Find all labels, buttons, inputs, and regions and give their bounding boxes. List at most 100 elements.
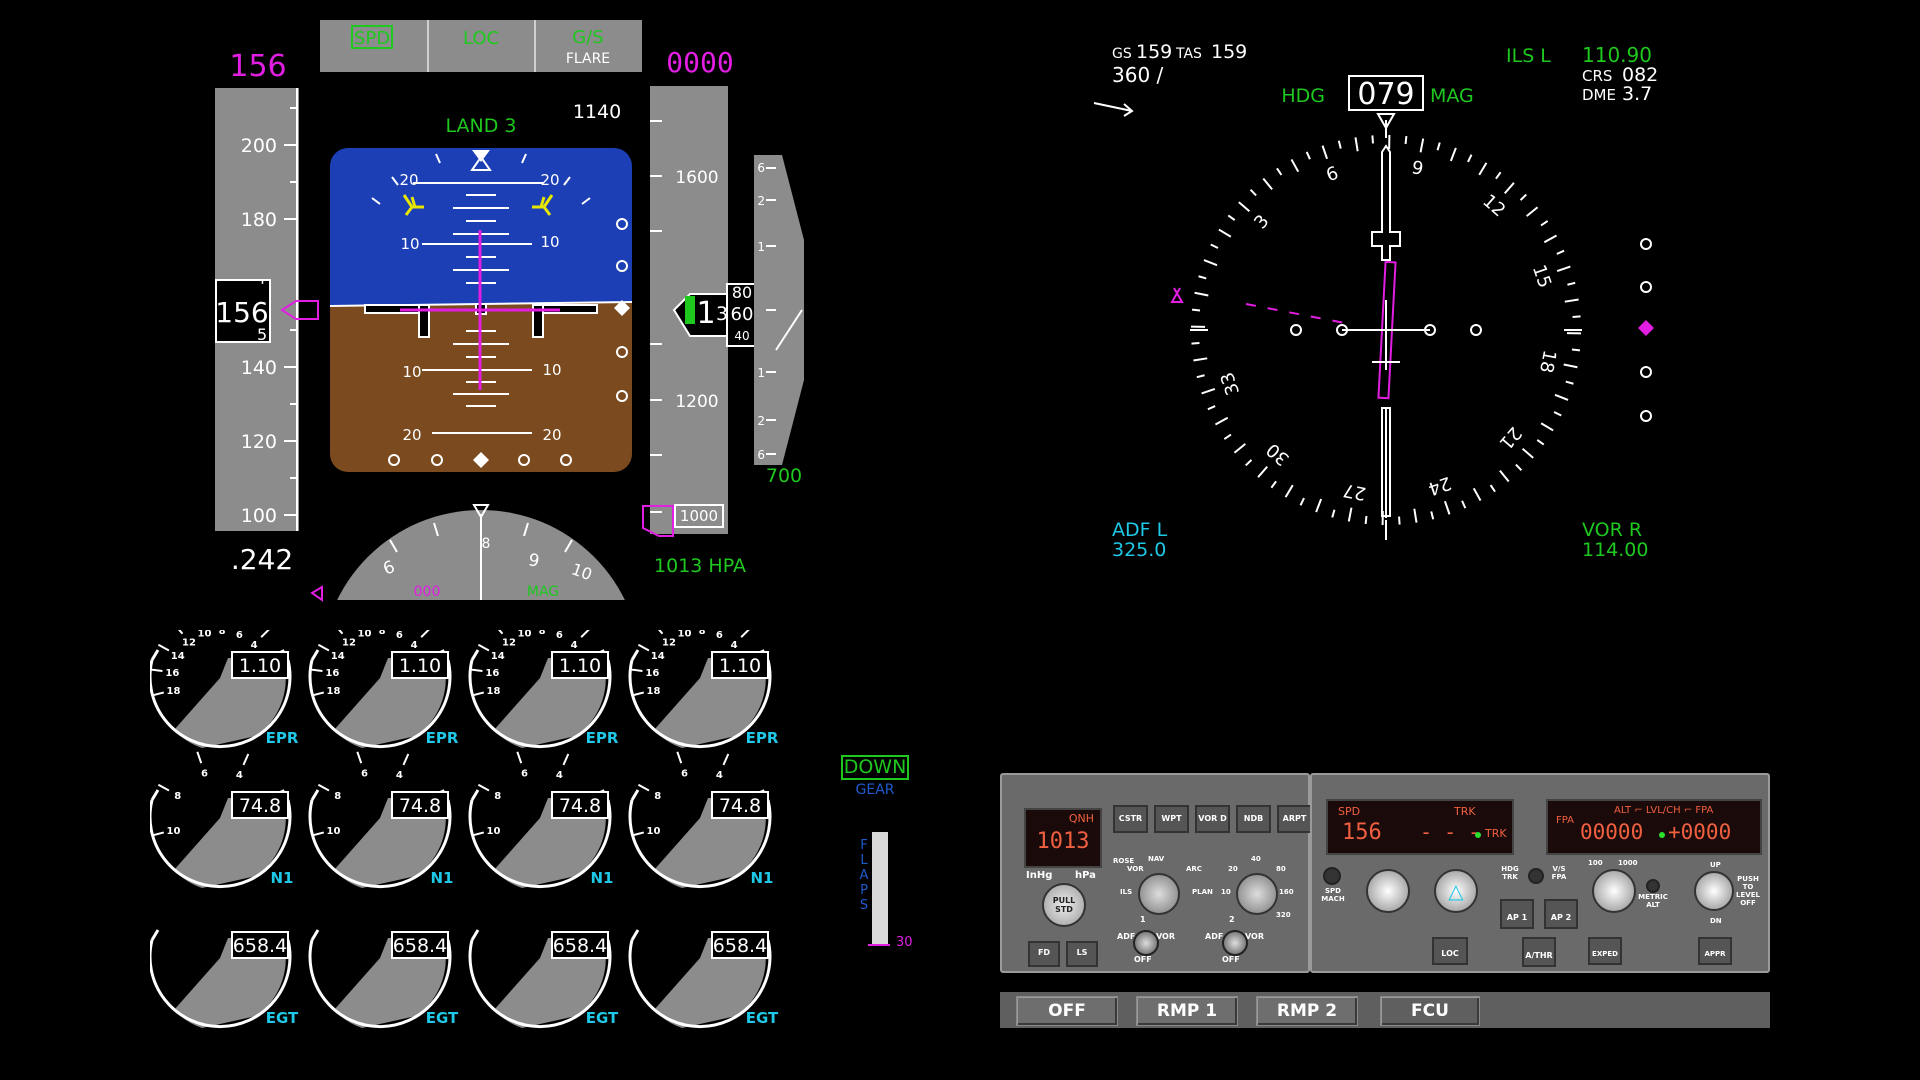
epr-label: EPR (746, 729, 779, 747)
rmp1-button[interactable]: RMP 1 (1136, 996, 1238, 1026)
loc-button[interactable]: LOC (1432, 937, 1468, 965)
off-button[interactable]: OFF (1016, 996, 1118, 1026)
heading-select: 000 (414, 584, 441, 600)
vs-tick-label: 1 (757, 240, 765, 254)
nd-range-knob[interactable] (1236, 873, 1278, 915)
flaps-label: FLAPS (859, 838, 869, 913)
gauge-tick-label: 16 (485, 668, 499, 679)
adf-vor-1-switch[interactable] (1133, 930, 1159, 956)
gauge-tick-label: 14 (171, 651, 185, 662)
gauge-tick (317, 643, 330, 652)
heading-knob[interactable]: △ (1434, 869, 1478, 913)
compass-tick (1543, 234, 1558, 244)
gauge-tick-label: 10 (677, 630, 691, 640)
compass-tick (1413, 508, 1418, 523)
arpt-button[interactable]: ARPT (1277, 805, 1312, 833)
speed-digit-above: ' (260, 276, 265, 297)
speed-digit-below: 5 (257, 325, 267, 344)
spd-mach-button[interactable] (1323, 867, 1341, 885)
compass-tick (1331, 509, 1336, 518)
heading-mag: MAG (527, 584, 559, 600)
speed-knob[interactable] (1366, 869, 1410, 913)
epr-value: 1.10 (399, 655, 441, 677)
glideslope-diamond (1638, 320, 1654, 336)
mode-label-rose: ROSE (1113, 857, 1135, 865)
pitch-label: 20 (540, 171, 559, 189)
range-label: 20 (1228, 865, 1238, 873)
baro-setting: 1013 HPA (654, 555, 746, 577)
speed-tick-label: 200 (241, 135, 277, 157)
primary-flight-display: SPD LOC G/S FLARE 156 200 180 140 120 10… (215, 20, 804, 602)
nd-mode-knob[interactable] (1138, 873, 1180, 915)
compass-tick (1521, 447, 1534, 459)
cstr-button[interactable]: CSTR (1113, 805, 1148, 833)
rmp2-button[interactable]: RMP 2 (1256, 996, 1358, 1026)
gauge-tick-label: 18 (487, 686, 501, 697)
gauge-tick-label: 6 (201, 769, 208, 780)
adf-vor-2-switch[interactable] (1222, 930, 1248, 956)
flaps-indicator (872, 832, 888, 944)
vs-dn-label: DN (1710, 917, 1722, 925)
vs-tick-label: 6 (757, 448, 765, 462)
altitude-drum-value: 80 (732, 283, 752, 302)
appr-button[interactable]: APPR (1698, 937, 1732, 965)
mag-label: MAG (1430, 85, 1474, 107)
egt-gauge: 658.4 EGT (308, 929, 459, 1029)
compass-tick (1270, 480, 1277, 489)
compass-tick (1503, 182, 1515, 195)
ap1-button[interactable]: AP 1 (1500, 899, 1534, 929)
gauge-tick-label: 14 (331, 651, 345, 662)
gauge-tick-label: 10 (647, 826, 661, 837)
gauge-tick (631, 831, 645, 837)
fd-button[interactable]: FD (1028, 941, 1060, 967)
aircraft-symbol (1342, 300, 1430, 370)
compass-tick (1567, 281, 1576, 286)
vs-knob[interactable] (1694, 871, 1734, 911)
epr-gauge: 181614121086421.10EPR (468, 630, 619, 749)
gauge-tick-label: 8 (219, 630, 226, 637)
gs-value: 159 (1136, 41, 1172, 63)
exped-button[interactable]: EXPED (1588, 937, 1622, 965)
compass-tick (1540, 422, 1554, 432)
gauge-tick (471, 691, 485, 697)
compass-label: 15 (1528, 262, 1555, 290)
compass-tick (1443, 500, 1451, 515)
pitch-label: 10 (540, 233, 559, 251)
gauge-tick (242, 753, 250, 766)
egt-label: EGT (586, 1009, 619, 1027)
n1-value: 74.8 (719, 795, 761, 817)
altitude-knob[interactable] (1592, 869, 1636, 913)
compass-tick (1210, 243, 1219, 249)
gauge-tick-label: 6 (521, 769, 528, 780)
hdg-vs-trk-fpa-button[interactable] (1528, 868, 1544, 884)
speed-tick-label: 140 (241, 357, 277, 379)
wpt-button[interactable]: WPT (1154, 805, 1189, 833)
compass-tick (1404, 135, 1408, 145)
ap2-button[interactable]: AP 2 (1544, 899, 1578, 929)
gauge-tick-label: 4 (571, 640, 578, 651)
vor-label: VOR R (1582, 519, 1642, 541)
ndb-button[interactable]: NDB (1236, 805, 1271, 833)
gauge-tick (637, 783, 650, 792)
compass-label: 27 (1341, 479, 1367, 504)
glideslope-line (1245, 303, 1351, 325)
gauge-tick-label: 6 (396, 630, 403, 641)
gauge-tick (420, 630, 430, 638)
vord-button[interactable]: VOR D (1195, 805, 1230, 833)
baro-knob[interactable]: PULL STD (1042, 883, 1086, 927)
metric-alt-button[interactable] (1646, 879, 1660, 893)
athr-button[interactable]: A/THR (1522, 937, 1556, 967)
hpa-label: hPa (1075, 870, 1096, 881)
vs-tick-label: 6 (757, 161, 765, 175)
efis-control-panel: QNH 1013 InHg hPa PULL STD CSTR WPT VOR … (1000, 773, 1312, 973)
ls-button[interactable]: LS (1066, 941, 1098, 967)
speed-tick-label: 100 (241, 505, 277, 527)
radio-altitude: 1140 (573, 101, 621, 123)
compass-tick (1305, 151, 1311, 160)
triangle-icon: △ (1448, 879, 1464, 903)
fcu-button[interactable]: FCU (1380, 996, 1480, 1026)
vs-tick-label: 2 (757, 194, 765, 208)
navigation-display: GS 159 TAS 159 360 / HDG 079 MAG ILS L 1… (1093, 41, 1658, 561)
mode-label-plan: PLAN (1192, 888, 1213, 896)
compass-tick (1478, 162, 1488, 176)
